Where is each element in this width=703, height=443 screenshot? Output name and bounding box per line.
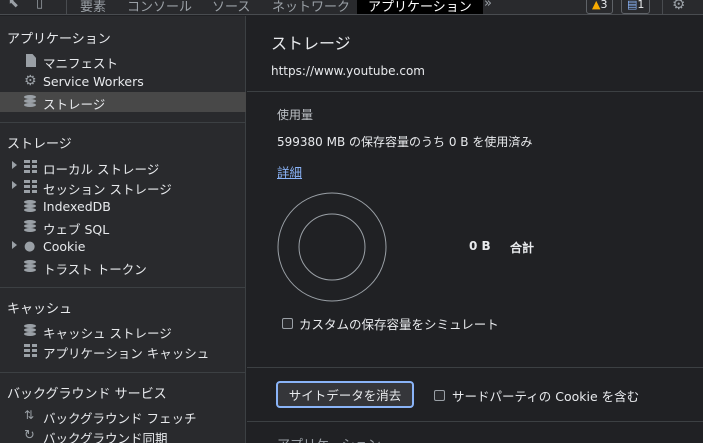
- toolbar-separator: [66, 0, 67, 14]
- pie-outer-ring: [277, 192, 387, 302]
- tab-elements[interactable]: 要素: [80, 0, 106, 14]
- sidebar-header-application: アプリケーション: [7, 32, 111, 47]
- more-tabs-button[interactable]: »: [484, 0, 492, 11]
- sidebar-item-indexeddb[interactable]: IndexedDB: [0, 197, 246, 217]
- sidebar-item-web-sql[interactable]: ウェブ SQL: [0, 217, 246, 237]
- messages-count: 1: [637, 0, 645, 11]
- clear-site-data-button[interactable]: サイトデータを消去: [276, 381, 414, 408]
- message-icon: ▤: [627, 0, 638, 11]
- database-icon: [24, 324, 37, 337]
- expand-arrow-icon[interactable]: [12, 161, 17, 169]
- messages-badge[interactable]: ▤1: [621, 0, 651, 14]
- sidebar-item-label: Service Workers: [43, 74, 144, 89]
- section-divider: [247, 421, 703, 422]
- page-title: ストレージ: [271, 34, 351, 53]
- sidebar-item-background-fetch[interactable]: ⇅ バックグラウンド フェッチ: [0, 406, 246, 427]
- sidebar-item-label: ウェブ SQL: [43, 222, 110, 237]
- sidebar-item-storage[interactable]: ストレージ: [0, 92, 246, 112]
- table-grid-icon: [24, 180, 37, 193]
- sidebar-item-label: ストレージ: [43, 97, 106, 112]
- cookie-icon: ●: [24, 239, 36, 254]
- sidebar-item-cookie[interactable]: ● Cookie: [0, 237, 246, 257]
- usage-pie-chart: [277, 192, 387, 302]
- table-grid-icon: [24, 160, 37, 173]
- sidebar-divider: [0, 372, 246, 373]
- tab-sources[interactable]: ソース: [212, 0, 250, 14]
- total-usage-label: 合計: [510, 241, 535, 255]
- simulate-quota-checkbox[interactable]: [282, 318, 293, 329]
- origin-url: https://www.youtube.com: [271, 64, 425, 78]
- expand-arrow-icon[interactable]: [12, 181, 17, 189]
- sidebar-item-background-sync[interactable]: ↻ バックグラウンド同期: [0, 426, 246, 443]
- application-sidebar: アプリケーション マニフェスト ⚙ Service Workers ストレージ …: [0, 16, 246, 443]
- document-icon: [26, 54, 36, 67]
- database-icon: [24, 95, 37, 108]
- simulate-quota-label: カスタムの保存容量をシミュレート: [299, 317, 499, 332]
- sidebar-item-label: バックグラウンド同期: [43, 431, 168, 443]
- database-icon: [24, 200, 37, 213]
- devtools-toolbar: ⬉ ▯ 要素 コンソール ソース ネットワーク アプリケーション » ▲3 ▤1…: [0, 0, 703, 15]
- pie-inner-ring: [298, 213, 366, 281]
- application-section-title: アプリケーション: [277, 434, 381, 443]
- sidebar-header-storage: ストレージ: [7, 137, 72, 152]
- details-link[interactable]: 詳細: [277, 162, 302, 181]
- sidebar-item-label: トラスト トークン: [43, 262, 147, 277]
- sidebar-header-background-services: バックグラウンド サービス: [7, 387, 167, 402]
- usage-text: 599380 MB の保存容量のうち 0 B を使用済み: [277, 135, 533, 149]
- sidebar-divider: [0, 287, 246, 288]
- device-toolbar-icon[interactable]: ▯: [36, 0, 43, 11]
- warnings-count: 3: [600, 0, 608, 11]
- sidebar-item-label: ローカル ストレージ: [43, 162, 160, 177]
- table-grid-icon: [24, 344, 37, 357]
- sidebar-item-label: セッション ストレージ: [43, 182, 172, 197]
- sidebar-header-cache: キャッシュ: [7, 302, 73, 317]
- sidebar-item-label: IndexedDB: [43, 199, 111, 214]
- warnings-badge[interactable]: ▲3: [586, 0, 614, 14]
- inspect-element-icon[interactable]: ⬉: [8, 0, 19, 11]
- database-icon: [24, 220, 37, 233]
- sidebar-item-application-cache[interactable]: アプリケーション キャッシュ: [0, 341, 246, 361]
- expand-arrow-icon[interactable]: [12, 241, 17, 249]
- storage-panel: ストレージ https://www.youtube.com 使用量 599380…: [247, 16, 703, 443]
- usage-section-title: 使用量: [277, 108, 314, 122]
- sidebar-item-local-storage[interactable]: ローカル ストレージ: [0, 157, 246, 177]
- section-divider: [247, 367, 703, 368]
- sidebar-divider: [0, 122, 246, 123]
- sidebar-item-label: アプリケーション キャッシュ: [43, 346, 210, 361]
- section-divider: [247, 91, 703, 92]
- sync-icon: ↻: [24, 428, 35, 443]
- tab-application[interactable]: アプリケーション: [357, 0, 483, 14]
- sidebar-item-label: マニフェスト: [43, 56, 119, 71]
- include-third-party-cookies-checkbox[interactable]: [434, 390, 445, 401]
- database-icon: [24, 260, 37, 273]
- settings-gear-icon[interactable]: ⚙: [672, 0, 685, 13]
- sidebar-item-trust-tokens[interactable]: トラスト トークン: [0, 257, 246, 277]
- sidebar-item-session-storage[interactable]: セッション ストレージ: [0, 177, 246, 197]
- sidebar-item-label: Cookie: [43, 239, 86, 254]
- fetch-arrows-icon: ⇅: [24, 408, 35, 422]
- total-usage-value: 0 B: [469, 239, 491, 253]
- toolbar-separator: [662, 0, 663, 14]
- sidebar-item-cache-storage[interactable]: キャッシュ ストレージ: [0, 321, 246, 341]
- sidebar-item-service-workers[interactable]: ⚙ Service Workers: [0, 72, 246, 92]
- gear-icon: ⚙: [24, 73, 37, 89]
- tab-console[interactable]: コンソール: [127, 0, 192, 14]
- include-third-party-cookies-label: サードパーティの Cookie を含む: [452, 389, 640, 404]
- sidebar-item-manifest[interactable]: マニフェスト: [0, 51, 246, 71]
- tab-network[interactable]: ネットワーク: [272, 0, 350, 14]
- sidebar-item-label: キャッシュ ストレージ: [43, 326, 172, 341]
- sidebar-item-label: バックグラウンド フェッチ: [43, 411, 197, 426]
